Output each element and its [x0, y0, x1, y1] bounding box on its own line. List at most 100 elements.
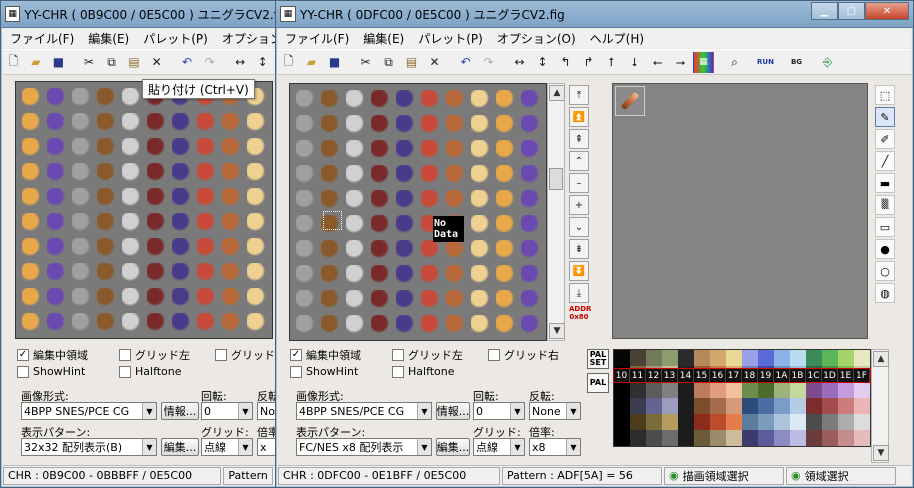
scroll-down-icon[interactable]: ▼ — [549, 323, 565, 339]
palette-swatch[interactable] — [662, 350, 678, 366]
minimize-icon[interactable]: ▁ — [811, 2, 838, 20]
palette-swatch[interactable] — [774, 414, 790, 430]
palette-swatch[interactable] — [678, 350, 694, 366]
pattern-edit-area[interactable] — [612, 83, 868, 339]
palette-swatch[interactable] — [630, 350, 646, 366]
edit-region-option[interactable]: ✓ 編集中領域 — [290, 347, 361, 363]
showhint-checkbox[interactable] — [17, 365, 29, 378]
palette-swatch[interactable] — [742, 350, 758, 366]
line-down-icon[interactable]: ⌄ — [569, 217, 589, 237]
scroll-thumb[interactable] — [549, 168, 563, 190]
status-draw-select[interactable]: ◉ 描画領域選択 — [664, 466, 784, 485]
palette-swatch[interactable] — [710, 414, 726, 430]
maximize-icon[interactable]: ▢ — [838, 2, 865, 20]
pattern-tool-icon[interactable]: ▒ — [875, 195, 895, 215]
palette-swatch[interactable] — [790, 382, 806, 398]
rotate-right-icon[interactable]: ↱ — [578, 52, 599, 73]
palette-swatch[interactable] — [646, 414, 662, 430]
palette-swatch[interactable] — [662, 414, 678, 430]
palette-swatch[interactable] — [630, 382, 646, 398]
menu-edit[interactable]: 編集(E) — [356, 30, 411, 47]
palette-swatch[interactable] — [614, 414, 630, 430]
chr-scrollbar[interactable]: ▲ ▼ — [547, 83, 565, 341]
brush-tool-icon[interactable]: ✐ — [875, 129, 895, 149]
palette-swatch[interactable] — [854, 382, 870, 398]
grid-right-option[interactable]: グリッド右 — [488, 347, 559, 363]
menu-palette[interactable]: パレット(P) — [136, 30, 215, 47]
titlebar-right[interactable]: ▦ YY-CHR ( 0DFC00 / 0E5C00 ) ユニグラCV2.fig… — [276, 1, 913, 28]
showhint-option[interactable]: ShowHint — [17, 365, 85, 378]
rotate-select[interactable]: 0 ▼ — [473, 402, 525, 420]
save-icon[interactable]: ■ — [324, 52, 345, 73]
palette-grid[interactable] — [613, 349, 871, 447]
palette-swatch[interactable] — [806, 382, 822, 398]
flip-horizontal-icon[interactable]: ↔ — [230, 52, 251, 73]
palette-swatch[interactable] — [614, 398, 630, 414]
page-down-icon[interactable]: ⇟ — [569, 239, 589, 259]
palette-swatch[interactable] — [790, 430, 806, 446]
paste-icon[interactable]: ▤ — [124, 52, 145, 73]
shift-left-icon[interactable]: ⭠ — [647, 52, 668, 73]
palette-swatch[interactable] — [710, 382, 726, 398]
palette-swatch[interactable] — [678, 430, 694, 446]
palette-swatch[interactable] — [726, 350, 742, 366]
circle-fill-tool-icon[interactable]: ● — [875, 239, 895, 259]
palette-swatch[interactable] — [662, 430, 678, 446]
palette-swatch[interactable] — [646, 350, 662, 366]
grid-left-checkbox[interactable] — [392, 349, 404, 361]
grid-right-checkbox[interactable] — [215, 349, 227, 361]
palette-swatch[interactable] — [822, 398, 838, 414]
menu-options[interactable]: オプション(O) — [490, 30, 583, 47]
palette-swatch[interactable] — [758, 350, 774, 366]
palette-swatch[interactable] — [742, 382, 758, 398]
palette-swatch[interactable] — [630, 414, 646, 430]
palette-swatch[interactable] — [726, 430, 742, 446]
palette-swatch[interactable] — [838, 398, 854, 414]
palette-swatch[interactable] — [646, 398, 662, 414]
edit-region-checkbox[interactable]: ✓ — [290, 349, 302, 361]
palette-swatch[interactable] — [726, 414, 742, 430]
palette-swatch[interactable] — [774, 382, 790, 398]
palette-swatch[interactable] — [758, 398, 774, 414]
palette-swatch[interactable] — [646, 382, 662, 398]
save-icon[interactable]: ■ — [48, 52, 69, 73]
scroll-up-icon[interactable]: ▲ — [873, 351, 889, 367]
palette-swatch[interactable] — [838, 430, 854, 446]
palette-swatch[interactable] — [710, 350, 726, 366]
palette-swatch[interactable] — [614, 350, 630, 366]
palette-swatch[interactable] — [630, 398, 646, 414]
flip-horizontal-icon[interactable]: ↔ — [509, 52, 530, 73]
new-file-icon[interactable]: 🗋 — [278, 52, 299, 73]
edit-region-checkbox[interactable]: ✓ — [17, 349, 29, 361]
cut-icon[interactable]: ✂ — [79, 52, 100, 73]
halftone-option[interactable]: Halftone — [392, 365, 455, 378]
palette-swatch[interactable] — [678, 398, 694, 414]
palette-swatch[interactable] — [854, 430, 870, 446]
shift-right-icon[interactable]: ⭢ — [670, 52, 691, 73]
exit-icon[interactable]: ⎆ — [817, 52, 838, 73]
palette-swatch[interactable] — [694, 350, 710, 366]
scroll-up-icon[interactable]: ▲ — [549, 85, 565, 101]
copy-icon[interactable]: ⧉ — [101, 52, 122, 73]
grid-select[interactable]: 点線 ▼ — [201, 438, 253, 456]
palette-swatch[interactable] — [662, 398, 678, 414]
palette-swatch[interactable] — [790, 350, 806, 366]
palette-swatch[interactable] — [790, 398, 806, 414]
palette-swatch[interactable] — [742, 414, 758, 430]
palette-swatch[interactable] — [774, 350, 790, 366]
copy-icon[interactable]: ⧉ — [378, 52, 399, 73]
rect-fill-tool-icon[interactable]: ▬ — [875, 173, 895, 193]
showhint-checkbox[interactable] — [290, 365, 302, 378]
page-up-icon[interactable]: ⇞ — [569, 129, 589, 149]
pattern-select[interactable]: 32x32 配列表示(B) ▼ — [21, 438, 157, 456]
line-up-icon[interactable]: ⌃ — [569, 151, 589, 171]
info-button[interactable]: 情報... — [161, 402, 199, 420]
bg-set-icon[interactable]: BG — [786, 52, 807, 73]
format-select[interactable]: 4BPP SNES/PCE CG ▼ — [296, 402, 432, 420]
pen-tool-icon[interactable]: ✎ — [875, 107, 895, 127]
open-folder-icon[interactable]: ▰ — [26, 52, 47, 73]
menu-edit[interactable]: 編集(E) — [81, 30, 136, 47]
palette-swatch[interactable] — [758, 430, 774, 446]
palette-swatch[interactable] — [694, 414, 710, 430]
palette-swatch[interactable] — [838, 382, 854, 398]
